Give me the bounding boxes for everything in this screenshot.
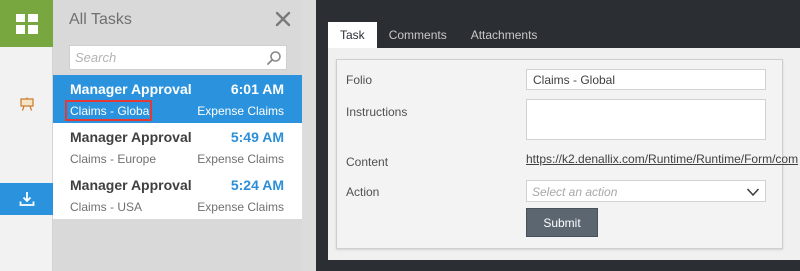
task-folio: Claims - USA: [70, 200, 143, 214]
task-time: 6:01 AM: [230, 81, 284, 97]
task-item[interactable]: Manager Approval 5:49 AM Claims - Europe…: [53, 123, 302, 171]
instructions-field[interactable]: [526, 99, 766, 140]
task-folio: Claims - Europe: [70, 152, 157, 166]
download-tray-icon: [19, 192, 34, 206]
task-list-pane: All Tasks Manager Approval 6:01 AM Claim…: [53, 0, 302, 271]
app-logo-button[interactable]: [0, 0, 53, 47]
folio-label: Folio: [346, 73, 373, 87]
tiles-icon: [15, 13, 38, 34]
task-process: Expense Claims: [197, 152, 284, 166]
task-detail-panel: Task Comments Attachments Folio Claims -…: [316, 0, 800, 271]
tab-task[interactable]: Task: [328, 22, 377, 48]
search-input[interactable]: [70, 46, 260, 69]
chevron-down-icon: [746, 188, 760, 197]
task-form: Folio Claims - Global Instructions Conte…: [336, 59, 798, 249]
rail-item-inbox[interactable]: [0, 183, 53, 215]
task-time: 5:49 AM: [230, 129, 284, 145]
task-title: Manager Approval: [70, 177, 192, 193]
tab-bar: Task Comments Attachments: [328, 22, 549, 48]
rail-item-presentations[interactable]: [0, 88, 53, 120]
folio-highlight-box: [65, 100, 152, 121]
search-box: [69, 45, 287, 70]
folio-field[interactable]: Claims - Global: [526, 69, 766, 90]
task-list-title: All Tasks: [69, 11, 132, 28]
form-area: Folio Claims - Global Instructions Conte…: [328, 48, 800, 260]
action-select[interactable]: Select an action: [526, 180, 766, 202]
task-item[interactable]: Manager Approval 6:01 AM Claims - Global…: [53, 75, 302, 123]
close-button[interactable]: [274, 10, 292, 28]
task-item[interactable]: Manager Approval 5:24 AM Claims - USA Ex…: [53, 171, 302, 219]
action-label: Action: [346, 185, 380, 199]
content-link[interactable]: https://k2.denallix.com/Runtime/Runtime/…: [526, 152, 798, 166]
tab-comments[interactable]: Comments: [377, 22, 459, 48]
submit-button[interactable]: Submit: [526, 208, 598, 237]
left-rail: [0, 0, 53, 271]
task-process: Expense Claims: [197, 200, 284, 214]
task-time: 5:24 AM: [230, 177, 284, 193]
task-title: Manager Approval: [70, 129, 192, 145]
action-select-placeholder: Select an action: [532, 185, 618, 199]
task-title: Manager Approval: [70, 81, 192, 97]
easel-icon: [19, 97, 34, 111]
task-process: Expense Claims: [197, 104, 284, 118]
close-icon: [275, 11, 291, 27]
search-icon[interactable]: [266, 50, 282, 66]
content-label: Content: [346, 155, 389, 169]
instructions-label: Instructions: [346, 105, 408, 119]
tab-attachments[interactable]: Attachments: [459, 22, 550, 48]
